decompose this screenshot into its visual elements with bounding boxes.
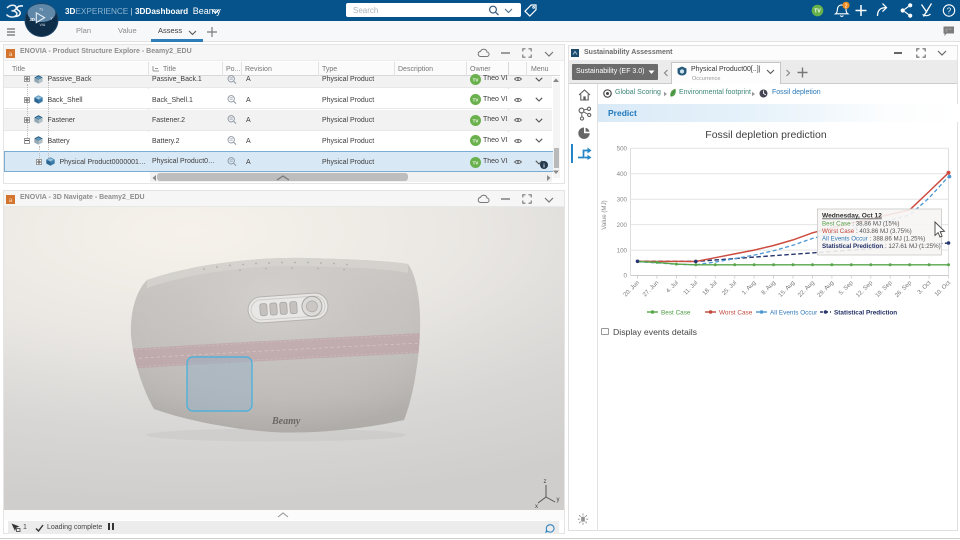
svg-text:Value (MJ): Value (MJ) <box>601 200 608 229</box>
svg-text:29. Aug: 29. Aug <box>816 280 835 299</box>
svg-text:25. Jul: 25. Jul <box>721 280 738 297</box>
svg-text:22. Aug: 22. Aug <box>797 280 816 299</box>
svg-text:8. Aug: 8. Aug <box>760 280 776 296</box>
svg-text:y: y <box>51 15 53 20</box>
svg-text:TV: TV <box>473 139 479 144</box>
svg-text:Statistical Prediction : 127.: Statistical Prediction : 127.61 MJ (1.25… <box>822 243 941 250</box>
svg-text:26. Sep: 26. Sep <box>894 280 913 299</box>
svg-text:TV: TV <box>473 118 479 123</box>
svg-text:z: z <box>544 479 547 485</box>
svg-text:100: 100 <box>616 247 627 254</box>
svg-text:500: 500 <box>616 146 627 153</box>
svg-text:Beamy: Beamy <box>271 416 301 427</box>
svg-text:200: 200 <box>616 222 627 229</box>
svg-text:19. Sep: 19. Sep <box>874 280 893 299</box>
svg-text:TV: TV <box>473 98 479 103</box>
svg-text:15. Aug: 15. Aug <box>777 280 796 299</box>
svg-text:3. Oct: 3. Oct <box>916 280 932 296</box>
svg-text:3D: 3D <box>30 17 36 22</box>
svg-text:20. Jun: 20. Jun <box>622 280 640 298</box>
svg-text:11. Jul: 11. Jul <box>682 280 698 296</box>
svg-text:Fossil depletion prediction: Fossil depletion prediction <box>705 129 827 141</box>
svg-text:400: 400 <box>616 171 627 178</box>
svg-text:y: y <box>557 497 560 503</box>
svg-text:Worst Case: Worst Case <box>719 309 753 316</box>
svg-text:TV: TV <box>473 77 479 82</box>
svg-text:TV: TV <box>473 160 479 165</box>
svg-text:1. Aug: 1. Aug <box>741 280 757 296</box>
svg-text:Wednesday, Oct 12: Wednesday, Oct 12 <box>822 213 882 220</box>
svg-text:Statistical Prediction: Statistical Prediction <box>834 309 897 316</box>
svg-text:a: a <box>9 197 13 204</box>
svg-text:12. Sep: 12. Sep <box>855 280 874 299</box>
svg-text:5. Sep: 5. Sep <box>838 280 855 297</box>
svg-text:All Events Occur: All Events Occur <box>770 309 818 316</box>
svg-text:V/A: V/A <box>40 23 46 27</box>
svg-text:All Events Occur : 388.86 MJ: All Events Occur : 388.86 MJ (1.25%) <box>822 236 925 243</box>
svg-text:Worst Case : 403.86 MJ (3.75%: Worst Case : 403.86 MJ (3.75%) <box>822 228 912 235</box>
svg-text:10. Oct: 10. Oct <box>933 280 951 298</box>
svg-text:4. Jul: 4. Jul <box>665 280 679 294</box>
svg-text:300: 300 <box>616 196 627 203</box>
svg-text:Best Case: Best Case <box>661 309 691 316</box>
svg-text:Best Case : 38.86 MJ (15%): Best Case : 38.86 MJ (15%) <box>822 221 899 228</box>
svg-text:18. Jul: 18. Jul <box>701 280 718 297</box>
svg-text:27. Jun: 27. Jun <box>642 280 660 298</box>
svg-text:0: 0 <box>623 273 627 280</box>
svg-text:7s: 7s <box>39 7 43 12</box>
